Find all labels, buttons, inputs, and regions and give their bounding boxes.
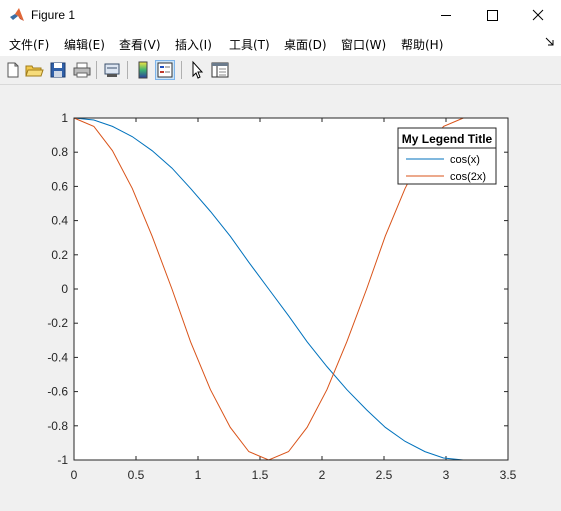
- menu-insert[interactable]: 插入(I): [175, 36, 212, 53]
- minimize-icon: [441, 15, 451, 16]
- toolbar-separator: [127, 61, 128, 79]
- colorbar-icon: [138, 61, 148, 79]
- maximize-icon: [487, 10, 498, 21]
- edit-plot-button[interactable]: [187, 60, 207, 80]
- insert-colorbar-button[interactable]: [133, 60, 153, 80]
- close-button[interactable]: [515, 0, 561, 31]
- new-figure-button[interactable]: [3, 60, 23, 80]
- pointer-icon: [192, 60, 204, 79]
- y-tick-label: -0.4: [47, 350, 68, 364]
- menu-tools[interactable]: 工具(T): [229, 36, 270, 53]
- menu-view[interactable]: 查看(V): [119, 36, 161, 53]
- x-tick-label: 0: [71, 468, 78, 482]
- property-inspector-icon: [211, 62, 229, 78]
- close-icon: [532, 9, 544, 21]
- y-tick-label: -0.8: [47, 419, 68, 433]
- figure-canvas: 0 0.5 1 1.5 2 2.5 3 3.5 -1 -0.8 -0.6 -0.4 -0.2 0 0.2 0.…: [0, 85, 561, 507]
- toolbar: [0, 56, 561, 85]
- menu-window[interactable]: 窗口(W): [341, 36, 386, 53]
- y-tick-label: 0.2: [51, 248, 68, 262]
- property-inspector-button[interactable]: [210, 60, 230, 80]
- save-button[interactable]: [48, 60, 68, 80]
- insert-legend-button[interactable]: [155, 60, 175, 80]
- y-tick-label: 0.6: [51, 179, 68, 193]
- y-tick-label: -1: [57, 453, 68, 467]
- print-icon: [73, 62, 91, 78]
- legend-title: My Legend Title: [402, 132, 493, 146]
- y-tick-label: 0.4: [51, 214, 68, 228]
- toolbar-separator: [96, 61, 97, 79]
- y-tick-label: 0: [61, 282, 68, 296]
- legend[interactable]: My Legend Title cos(x) cos(2x): [397, 127, 497, 185]
- x-tick-label: 3.5: [500, 468, 517, 482]
- x-tick-label: 2.5: [376, 468, 393, 482]
- y-tick-label: -0.2: [47, 316, 68, 330]
- y-tick-label: 0.8: [51, 145, 68, 159]
- x-tick-label: 1.5: [252, 468, 269, 482]
- legend-label-2: cos(2x): [450, 171, 486, 183]
- new-figure-icon: [7, 62, 19, 78]
- menu-bar: 文件(F) 编辑(E) 查看(V) 插入(I) 工具(T) 桌面(D) 窗口(W…: [0, 31, 561, 56]
- menu-edit[interactable]: 编辑(E): [64, 36, 105, 53]
- open-file-icon: [25, 65, 44, 77]
- title-bar: Figure 1: [0, 0, 561, 31]
- x-tick-label: 3: [443, 468, 450, 482]
- menu-file[interactable]: 文件(F): [9, 36, 49, 53]
- link-plot-icon: [104, 63, 120, 77]
- link-plot-button[interactable]: [102, 60, 122, 80]
- legend-label-1: cos(x): [450, 154, 480, 166]
- x-tick-label: 0.5: [128, 468, 145, 482]
- window-title: Figure 1: [31, 8, 76, 22]
- matlab-logo-icon: [10, 8, 24, 21]
- maximize-button[interactable]: [469, 0, 515, 31]
- toolbar-separator: [181, 61, 182, 79]
- y-tick-label: -0.6: [47, 385, 68, 399]
- save-icon: [50, 62, 66, 78]
- x-tick-label: 2: [319, 468, 326, 482]
- menu-desktop[interactable]: 桌面(D): [284, 36, 327, 53]
- legend-icon: [157, 62, 173, 78]
- y-tick-label: 1: [61, 111, 68, 125]
- menu-help[interactable]: 帮助(H): [401, 36, 443, 53]
- line-chart: 0 0.5 1 1.5 2 2.5 3 3.5 -1 -0.8 -0.6 -0.4 -0.2 0 0.2 0.…: [47, 111, 517, 482]
- open-file-button[interactable]: [24, 60, 44, 80]
- x-tick-label: 1: [195, 468, 202, 482]
- dock-arrow-icon[interactable]: [545, 37, 555, 47]
- print-button[interactable]: [72, 60, 92, 80]
- minimize-button[interactable]: [423, 0, 469, 31]
